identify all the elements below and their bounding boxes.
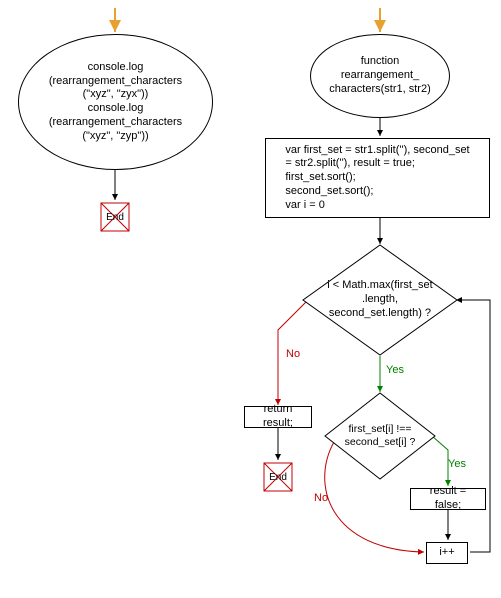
main-end-node: End	[100, 202, 130, 232]
inner-yes-label: Yes	[448, 458, 466, 470]
init-block-node: var first_set = str1.split(''), second_s…	[265, 138, 490, 218]
loop-condition-text: i < Math.max(first_set .length, second_s…	[302, 244, 458, 356]
set-false-node: result = false;	[410, 488, 486, 510]
inner-no-label: No	[314, 492, 328, 504]
func-end-label: End	[263, 462, 293, 492]
func-end-node: End	[263, 462, 293, 492]
loop-condition-node: i < Math.max(first_set .length, second_s…	[302, 244, 458, 356]
loop-yes-label: Yes	[386, 364, 404, 376]
func-declaration-node: function rearrangement_ characters(str1,…	[310, 34, 450, 118]
loop-no-label: No	[286, 348, 300, 360]
main-call-node: console.log (rearrangement_characters ("…	[18, 34, 213, 170]
return-node: return result;	[244, 406, 312, 428]
main-end-label: End	[100, 202, 130, 232]
increment-node: i++	[426, 542, 468, 564]
inner-condition-text: first_set[i] !== second_set[i] ?	[324, 392, 436, 480]
inner-condition-node: first_set[i] !== second_set[i] ?	[324, 392, 436, 480]
